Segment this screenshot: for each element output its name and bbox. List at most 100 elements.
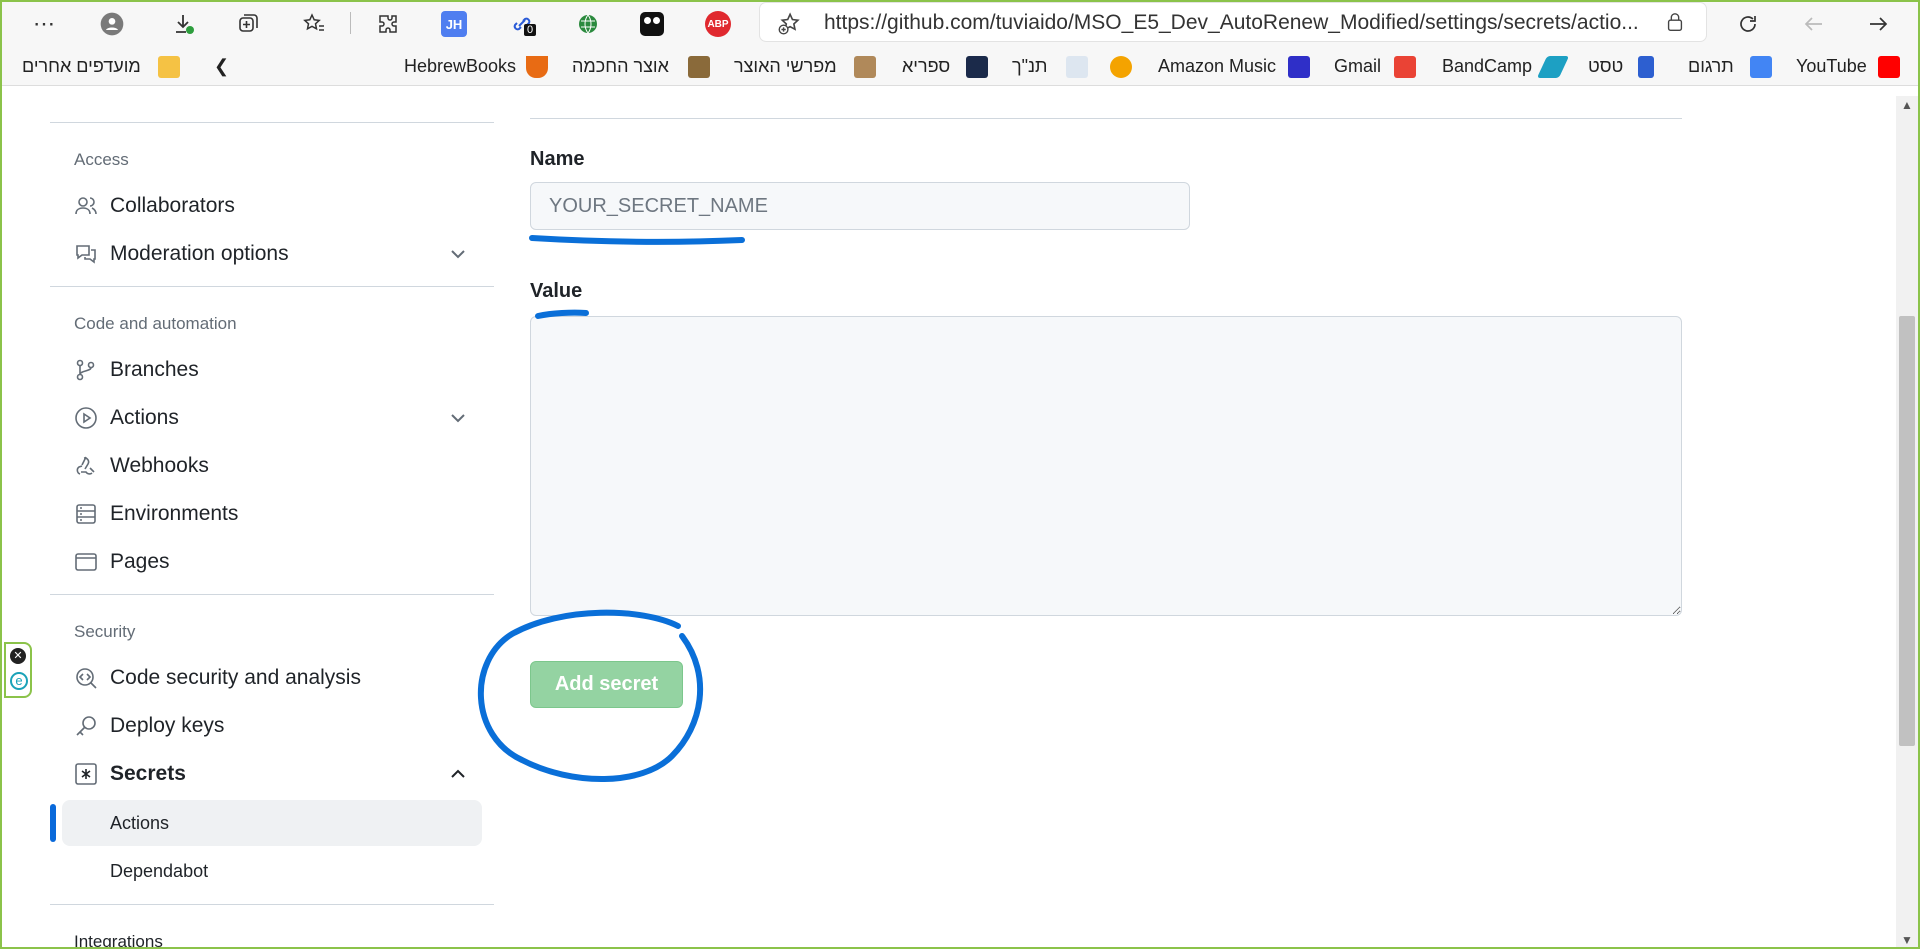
bookmark-gmail[interactable]: Gmail [1334,56,1381,77]
globe-extension-icon[interactable] [570,6,606,42]
toolbar-divider [350,12,351,34]
sidebar-heading-access: Access [74,150,129,169]
codescan-icon [74,666,98,690]
back-arrow-icon[interactable] [1796,6,1832,42]
downloads-icon[interactable] [166,6,202,42]
collections-icon[interactable] [230,6,266,42]
underline-annotation [529,235,745,245]
add-secret-button[interactable]: Add secret [530,661,683,708]
browser-icon [74,550,98,574]
bookmark-tanach[interactable]: תנ"ך [1012,56,1047,77]
active-indicator [50,804,56,842]
secret-value-textarea[interactable] [530,316,1682,616]
sidebar-subitem-actions[interactable]: Actions [62,800,482,846]
bookmark-test[interactable]: טסט [1588,56,1623,77]
bookmark-bandcamp[interactable]: BandCamp [1442,56,1532,77]
books-icon [854,56,876,78]
sidebar-item-label: Actions [110,406,179,429]
profile-avatar[interactable] [94,6,130,42]
forward-arrow-icon[interactable] [1860,6,1896,42]
adblock-icon[interactable]: ABP [700,6,736,42]
scrollbar[interactable]: ▲ ▼ [1896,96,1918,947]
hebrewbooks-icon [526,56,548,78]
bookmark-mefarshei[interactable]: מפרשי האוצר [734,56,837,77]
server-icon [74,502,98,526]
sidebar-divider [50,904,494,905]
url-text: https://github.com/tuviaido/MSO_E5_Dev_A… [824,11,1639,34]
sidebar-item-collaborators[interactable]: Collaborators [74,188,235,224]
amazon-music-icon [1288,56,1310,78]
jh-label: JH [441,11,467,37]
sidebar-subitem-dependabot[interactable]: Dependabot [62,848,482,894]
sidebar-item-actions[interactable]: Actions [74,400,179,436]
sidebar-item-code-security[interactable]: Code security and analysis [74,660,361,696]
google-translate-icon [1750,56,1772,78]
edge-icon[interactable]: e [10,672,28,690]
bookmark-other-favorites[interactable]: מועדפים אחרים [22,56,141,77]
scroll-up-icon[interactable]: ▲ [1899,98,1915,114]
webhook-icon [74,454,98,478]
browser-window: ⋯ JH 0 ABP https://github.com/tuviaido/M… [0,0,1920,949]
sidebar-item-label: Code security and analysis [110,666,361,689]
key-icon [74,714,98,738]
sidebar-item-label: Webhooks [110,454,209,477]
bookmark-amazon-music[interactable]: Amazon Music [1158,56,1276,77]
abp-label: ABP [705,11,731,37]
check-icon [1638,56,1654,78]
chevron-up-icon[interactable] [448,764,468,784]
bookmarks-bar: מועדפים אחרים ❮ YouTube תרגום טסט BandCa… [2,46,1918,86]
sidebar-item-pages[interactable]: Pages [74,544,170,580]
edge-sidebar-widget[interactable]: ✕ e [4,642,32,698]
secret-name-input[interactable] [530,182,1190,230]
add-favorite-icon[interactable] [776,10,802,36]
lock-icon[interactable] [1664,11,1686,33]
extensions-icon[interactable] [370,6,406,42]
gmail-icon [1394,56,1416,78]
sidebar-item-label: Environments [110,502,239,525]
otzar-icon [688,56,710,78]
bookmark-sefaria[interactable]: ספריא [902,56,950,77]
scrollbar-thumb[interactable] [1899,316,1915,746]
bookmark-translate[interactable]: תרגום [1688,56,1734,77]
youtube-icon [1878,56,1900,78]
people-icon [74,194,98,218]
close-icon[interactable]: ✕ [10,648,26,664]
tampermonkey-icon[interactable] [634,6,670,42]
favorites-icon[interactable] [296,6,332,42]
sidebar-item-label: Collaborators [110,194,235,217]
bookmarks-chevron-icon[interactable]: ❮ [214,56,229,77]
form-divider [530,118,1682,119]
link-extension-icon[interactable]: 0 [504,6,540,42]
asterisk-icon [74,762,98,786]
folder-icon [158,56,180,78]
sidebar-item-deploy-keys[interactable]: Deploy keys [74,708,224,744]
sidebar-item-label: Secrets [110,762,186,785]
p-icon [1110,56,1132,78]
scroll-down-icon[interactable]: ▼ [1899,933,1915,947]
sidebar-item-secrets[interactable]: Secrets [74,756,186,792]
sidebar-item-webhooks[interactable]: Webhooks [74,448,209,484]
sidebar-item-label: Branches [110,358,199,381]
bookmark-youtube[interactable]: YouTube [1796,56,1867,77]
sefaria-icon [966,56,988,78]
sidebar-item-environments[interactable]: Environments [74,496,238,532]
chevron-down-icon[interactable] [448,408,468,428]
page-content: Access Collaborators Moderation options … [2,96,1898,947]
bookmark-hebrewbooks[interactable]: HebrewBooks [404,56,516,77]
browser-toolbar: ⋯ JH 0 ABP https://github.com/tuviaido/M… [2,2,1918,46]
jh-extension-icon[interactable]: JH [436,6,472,42]
bookmark-otzar[interactable]: אוצר החכמה [572,56,669,77]
sidebar-divider [50,594,494,595]
refresh-icon[interactable] [1730,6,1766,42]
branch-icon [74,358,98,382]
bandcamp-icon [1536,56,1570,78]
sidebar-heading-security: Security [74,622,136,641]
chevron-down-icon[interactable] [448,244,468,264]
sidebar-divider [50,122,494,123]
sidebar-item-branches[interactable]: Branches [74,352,199,388]
sidebar-item-moderation[interactable]: Moderation options [74,236,289,272]
more-menu-icon[interactable]: ⋯ [26,6,62,42]
name-label: Name [530,148,585,170]
address-bar[interactable]: https://github.com/tuviaido/MSO_E5_Dev_A… [760,3,1706,41]
sidebar-item-label: Pages [110,550,170,573]
